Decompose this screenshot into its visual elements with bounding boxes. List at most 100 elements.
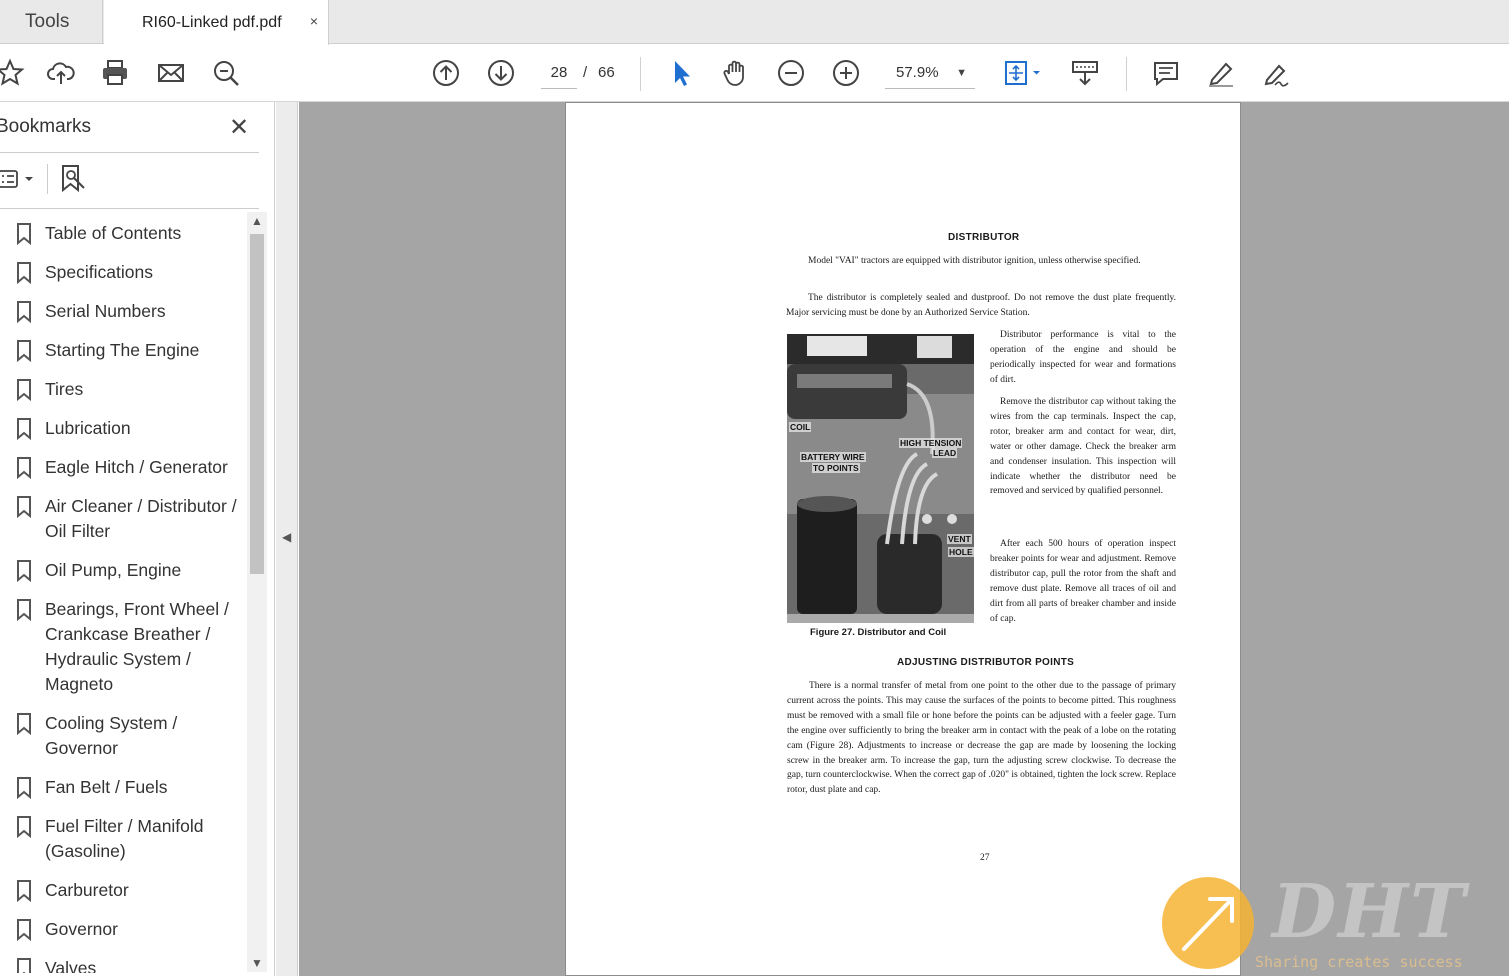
scroll-up-icon[interactable]: ▲	[251, 214, 263, 228]
tab-close-icon[interactable]: ×	[310, 13, 318, 29]
bookmark-item[interactable]: Oil Pump, Engine	[0, 558, 246, 583]
scrollbar-thumb[interactable]	[250, 234, 264, 574]
paragraph-2: The distributor is completely sealed and…	[786, 293, 1176, 318]
hand-tool-icon[interactable]	[720, 57, 752, 89]
upload-cloud-icon[interactable]	[45, 57, 77, 89]
divider	[47, 164, 48, 194]
bookmark-label: Bearings, Front Wheel / Crankcase Breathe…	[45, 597, 245, 697]
figure-label-to-points: TO POINTS	[812, 463, 860, 473]
bookmark-label-line: Oil Pump, Engine	[45, 560, 182, 580]
bookmark-label-line: Bearings, Front Wheel /	[45, 599, 229, 619]
bookmark-label-line: Fan Belt / Fuels	[45, 777, 168, 797]
bookmark-label-line: Serial Numbers	[45, 301, 166, 321]
toolbar-divider	[1126, 57, 1127, 91]
figure-label-vent: VENT	[947, 534, 972, 544]
bookmark-label: Table of Contents	[45, 221, 245, 246]
bookmark-label-line: Eagle Hitch / Generator	[45, 457, 228, 477]
search-zoom-icon[interactable]	[210, 57, 242, 89]
bookmark-icon	[16, 379, 32, 402]
bookmark-label-line: Lubrication	[45, 418, 131, 438]
bookmark-item[interactable]: Air Cleaner / Distributor / Oil Filter	[0, 494, 246, 544]
bookmark-options-icon[interactable]	[0, 166, 38, 192]
figure-label-coil: COIL	[789, 422, 812, 432]
bookmark-label: Fan Belt / Fuels	[45, 775, 245, 800]
bookmark-label: Starting The Engine	[45, 338, 245, 363]
page-up-icon[interactable]	[430, 57, 462, 89]
figure-label-hole: HOLE	[948, 547, 974, 557]
bookmark-label: Specifications	[45, 260, 245, 285]
bookmark-label: Lubrication	[45, 416, 245, 441]
find-bookmark-icon[interactable]	[58, 163, 90, 195]
bookmark-item[interactable]: Tires	[0, 377, 246, 402]
scroll-down-icon[interactable]: ▼	[251, 956, 263, 970]
panel-collapse-strip[interactable]: ◀	[276, 102, 298, 976]
bookmark-item[interactable]: Valves	[0, 956, 246, 973]
bookmark-icon	[16, 223, 32, 246]
bookmark-label-line: Table of Contents	[45, 223, 182, 243]
bookmark-label: Cooling System / Governor	[45, 711, 245, 761]
highlight-pen-icon[interactable]	[1205, 57, 1237, 89]
bookmark-label-line: Tires	[45, 379, 84, 399]
bookmark-item[interactable]: Fuel Filter / Manifold (Gasoline)	[0, 814, 246, 864]
bookmark-item[interactable]: Eagle Hitch / Generator	[0, 455, 246, 480]
bookmark-icon	[16, 457, 32, 480]
bookmark-label: Air Cleaner / Distributor / Oil Filter	[45, 494, 245, 544]
fit-page-icon[interactable]	[1000, 57, 1046, 89]
bookmark-icon	[16, 777, 32, 800]
read-mode-icon[interactable]	[1069, 57, 1101, 89]
bookmark-label-line: Fuel Filter / Manifold	[45, 816, 204, 836]
page-down-icon[interactable]	[485, 57, 517, 89]
divider	[0, 208, 259, 209]
bookmark-label-line: Magneto	[45, 674, 114, 694]
bookmark-label-line: Cooling System /	[45, 713, 178, 733]
bookmark-item[interactable]: Starting The Engine	[0, 338, 246, 363]
tab-tools[interactable]: Tools	[0, 0, 103, 44]
page-number: 27	[980, 853, 990, 863]
bookmark-item[interactable]: Lubrication	[0, 416, 246, 441]
paragraph-1: Model "VAI" tractors are equipped with d…	[808, 256, 1141, 266]
bookmark-icon	[16, 496, 32, 519]
bookmark-item[interactable]: Table of Contents	[0, 221, 246, 246]
close-icon[interactable]: ✕	[229, 113, 249, 142]
print-icon[interactable]	[99, 57, 131, 89]
page-heading-adjusting: ADJUSTING DISTRIBUTOR POINTS	[897, 657, 1075, 668]
tab-document[interactable]: RI60-Linked pdf.pdf ×	[104, 0, 329, 45]
zoom-out-icon[interactable]	[775, 57, 807, 89]
bookmark-label-line: (Gasoline)	[45, 841, 126, 861]
bookmark-label: Governor	[45, 917, 245, 942]
comment-icon[interactable]	[1150, 57, 1182, 89]
paragraph-5: After each 500 hours of operation inspec…	[990, 539, 1176, 624]
bookmark-item[interactable]: Cooling System / Governor	[0, 711, 246, 761]
bookmark-item[interactable]: Fan Belt / Fuels	[0, 775, 246, 800]
bookmark-item[interactable]: Carburetor	[0, 878, 246, 903]
bookmark-item[interactable]: Serial Numbers	[0, 299, 246, 324]
sign-icon[interactable]	[1260, 57, 1292, 89]
watermark-brand: DHT	[1272, 869, 1468, 955]
email-icon[interactable]	[155, 57, 187, 89]
bookmark-star-icon[interactable]	[0, 57, 26, 89]
paragraph-3: Distributor performance is vital to the …	[990, 330, 1176, 385]
page-heading-distributor: DISTRIBUTOR	[948, 232, 1020, 243]
bookmark-label: Oil Pump, Engine	[45, 558, 245, 583]
collapse-arrow-icon[interactable]: ◀	[282, 530, 291, 544]
bookmark-label-line: Carburetor	[45, 880, 129, 900]
bookmark-scrollbar[interactable]: ▲ ▼	[247, 212, 267, 972]
zoom-select[interactable]: 57.9% ▼	[885, 59, 975, 89]
page-separator: /	[583, 64, 588, 81]
bookmark-label: Valves	[45, 956, 245, 973]
current-page-input[interactable]: 28	[541, 59, 577, 89]
zoom-in-icon[interactable]	[830, 57, 862, 89]
watermark-slogan: Sharing creates success	[1255, 953, 1463, 971]
bookmark-item[interactable]: Bearings, Front Wheel / Crankcase Breathe…	[0, 597, 246, 697]
bookmark-icon	[16, 919, 32, 942]
zoom-value: 57.9%	[896, 64, 939, 81]
tab-bar: Tools RI60-Linked pdf.pdf ×	[0, 0, 1509, 45]
bookmark-label: Carburetor	[45, 878, 245, 903]
bookmark-item[interactable]: Governor	[0, 917, 246, 942]
total-pages: 66	[598, 64, 615, 81]
bookmark-item[interactable]: Specifications	[0, 260, 246, 285]
bookmark-label-line: Valves	[45, 958, 97, 973]
select-cursor-icon[interactable]	[665, 57, 697, 89]
bookmark-label-line: Governor	[45, 919, 118, 939]
bookmark-label-line: Governor	[45, 738, 118, 758]
